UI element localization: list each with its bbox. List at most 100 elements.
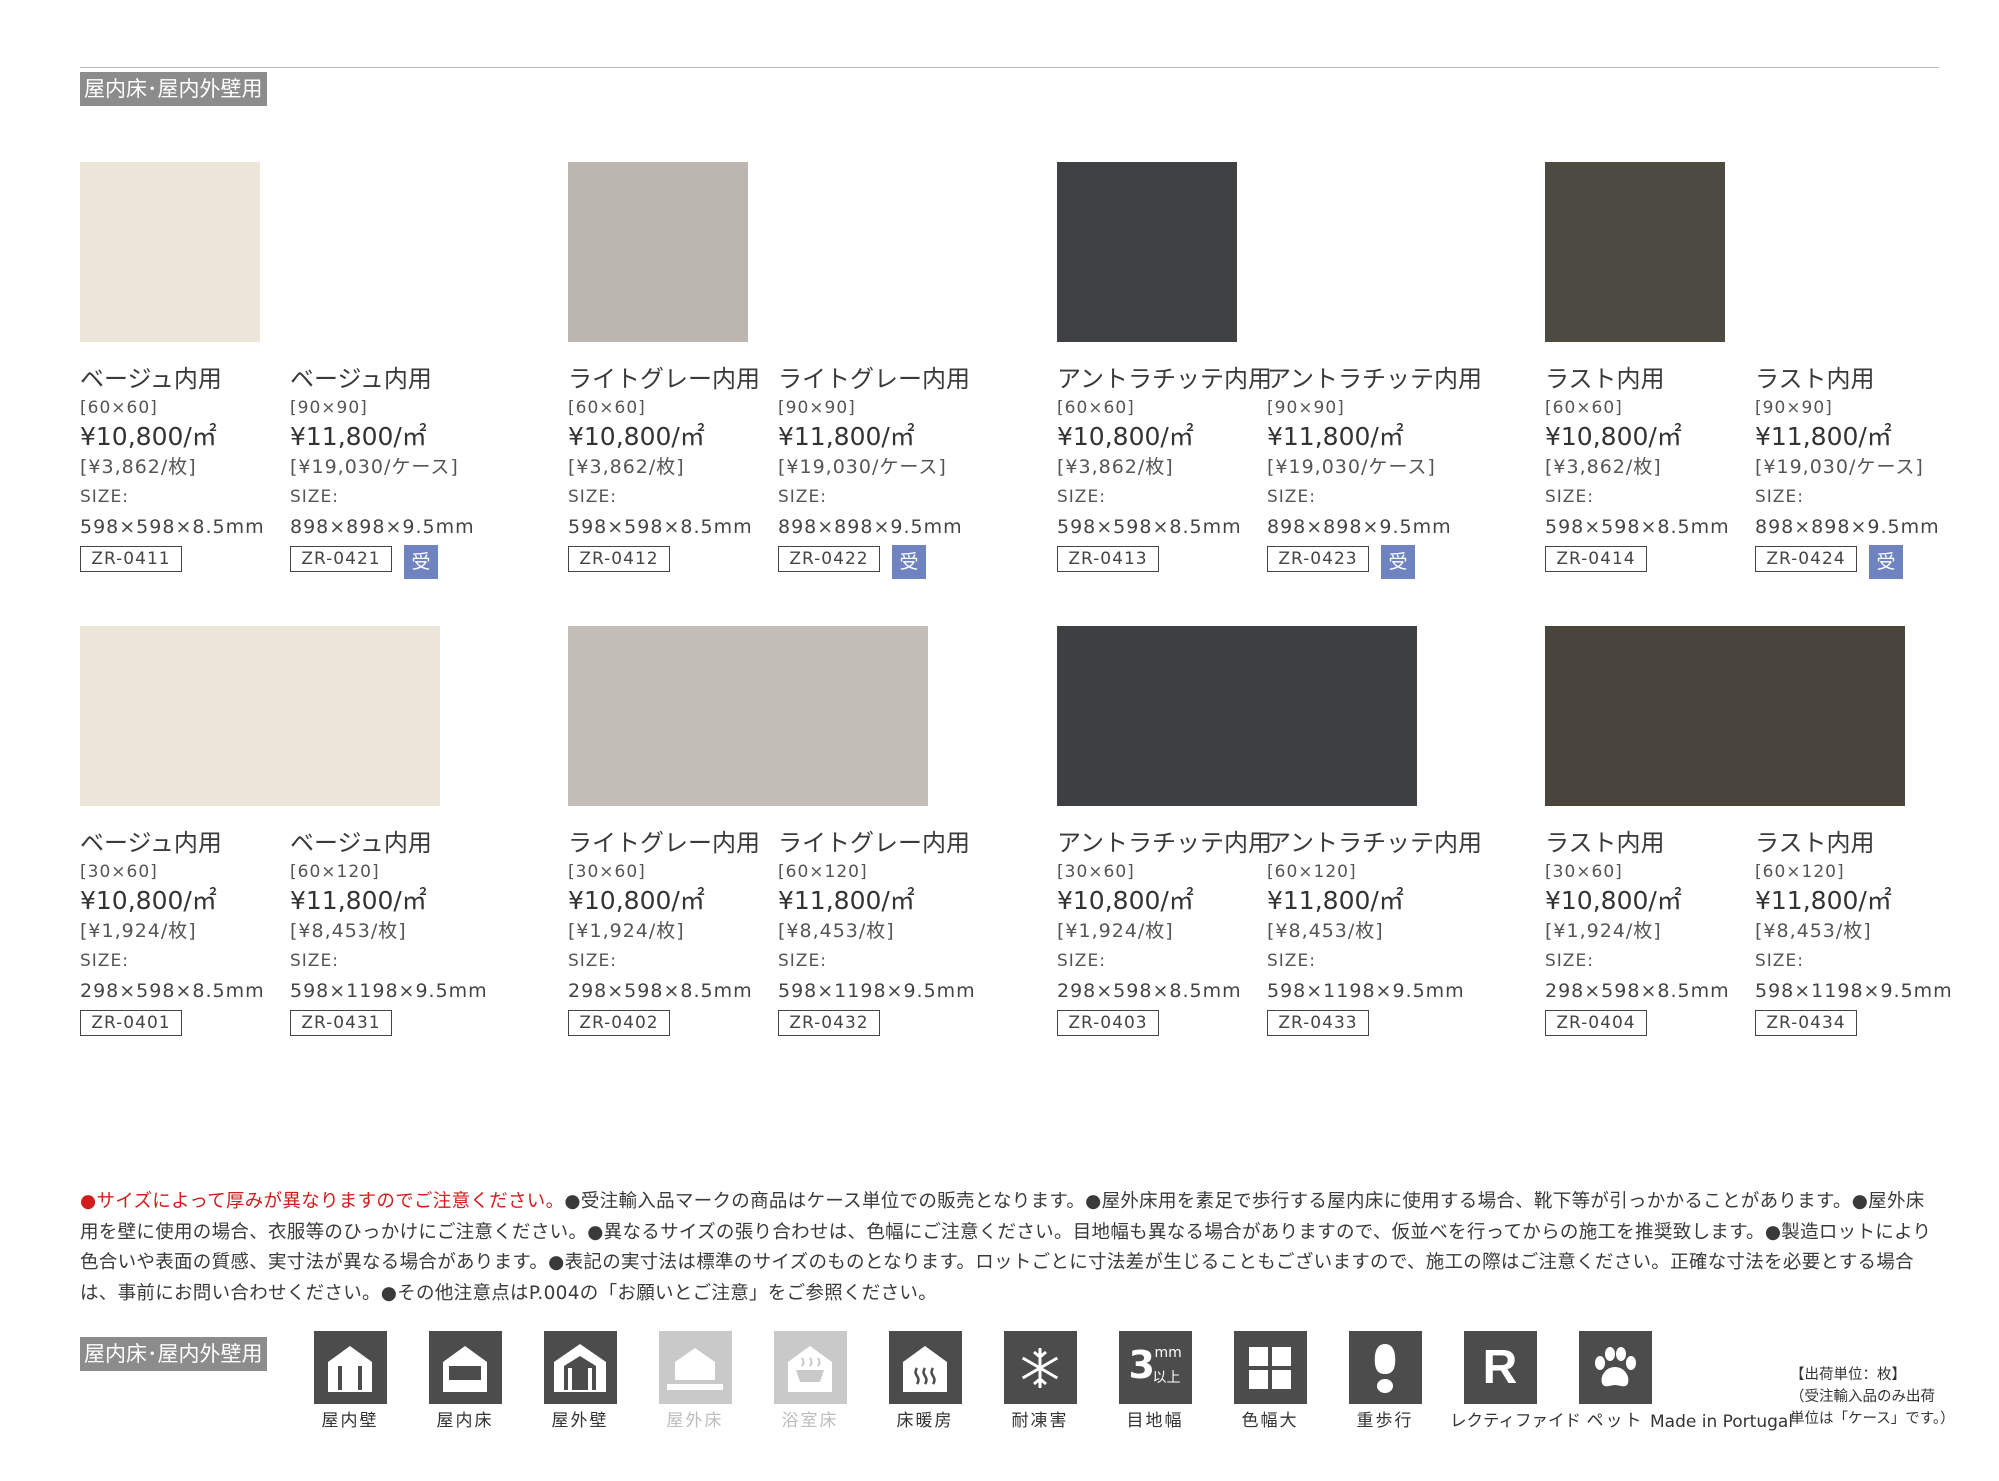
product-card: ラスト内用 [60×120] ¥11,800/㎡ [¥8,453/枚] SIZE… (1755, 828, 1960, 1038)
nominal-size: [60×60] (1545, 398, 1623, 418)
tile-swatch-beige[interactable] (80, 162, 260, 342)
dimensions: 598×1198×9.5mm (778, 980, 976, 1002)
unit-price: [¥3,862/枚] (1057, 456, 1174, 478)
nominal-size: [30×60] (1057, 862, 1135, 882)
nominal-size: [60×120] (1267, 862, 1357, 882)
price-per-sqm: ¥11,800/㎡ (1267, 886, 1404, 915)
dimensions: 898×898×9.5mm (1755, 516, 1940, 538)
tile-swatch-beige-rect[interactable] (80, 626, 440, 806)
price-per-sqm: ¥11,800/㎡ (290, 422, 427, 451)
nominal-size: [60×60] (568, 398, 646, 418)
legend-label-text: 屋内床 (436, 1411, 494, 1431)
product-name: アントラチッテ内用 (1057, 365, 1273, 393)
legend-label-text: 目地幅 (1126, 1411, 1184, 1431)
product-code: ZR-0434 (1755, 1010, 1857, 1036)
shipping-note-line: 【出荷単位：枚】 (1790, 1367, 1906, 1383)
tile-swatch-rust[interactable] (1545, 162, 1725, 342)
product-card: ライトグレー内用 [30×60] ¥10,800/㎡ [¥1,924/枚] SI… (568, 828, 773, 1038)
legend-label: 屋内床･屋内外壁用 (80, 1337, 267, 1371)
price-per-sqm: ¥11,800/㎡ (290, 886, 427, 915)
product-name: ベージュ内用 (290, 829, 432, 857)
product-code: ZR-0401 (80, 1010, 182, 1036)
nominal-size: [30×60] (568, 862, 646, 882)
shipping-note-line: 単位は「ケース」です。） (1790, 1411, 1955, 1427)
joint-width-icon: 3 mm 以上 (1118, 1331, 1192, 1404)
product-card: ベージュ内用 [30×60] ¥10,800/㎡ [¥1,924/枚] SIZE… (80, 828, 285, 1038)
unit-price: [¥8,453/枚] (1267, 920, 1384, 942)
product-name: ラスト内用 (1755, 365, 1875, 393)
order-import-badge: 受 (1381, 545, 1415, 579)
tile-swatch-lightgrey-rect[interactable] (568, 626, 928, 806)
price-per-sqm: ¥10,800/㎡ (568, 422, 705, 451)
dimensions: 898×898×9.5mm (1267, 516, 1452, 538)
nominal-size: [90×90] (290, 398, 368, 418)
size-caption: SIZE: (568, 951, 617, 971)
price-per-sqm: ¥10,800/㎡ (1057, 886, 1194, 915)
legend-label-text: 色幅大 (1241, 1411, 1299, 1431)
product-card: ベージュ内用 [90×90] ¥11,800/㎡ [¥19,030/ケース] S… (290, 364, 495, 579)
top-rule (80, 67, 1939, 68)
product-code: ZR-0433 (1267, 1010, 1369, 1036)
legend-label-text: 屋外壁 (551, 1411, 609, 1431)
legend-item-bathroom-floor: 浴室床 (760, 1331, 860, 1434)
product-name: ベージュ内用 (80, 365, 222, 393)
indoor-floor-icon (428, 1331, 502, 1404)
legend-item-rectified: R レクティファイド (1450, 1331, 1581, 1434)
unit-price: [¥19,030/ケース] (778, 456, 947, 478)
dimensions: 298×598×8.5mm (1545, 980, 1730, 1002)
product-name: アントラチッテ内用 (1267, 365, 1483, 393)
legend-label-text: 耐凍害 (1011, 1411, 1069, 1431)
joint-width-number: 3 (1128, 1343, 1155, 1387)
price-per-sqm: ¥10,800/㎡ (80, 422, 217, 451)
nominal-size: [90×90] (1755, 398, 1833, 418)
legend-item-outdoor-floor: 屋外床 (645, 1331, 745, 1434)
size-caption: SIZE: (290, 951, 339, 971)
heavy-traffic-icon (1348, 1331, 1422, 1404)
legend-label-text: 浴室床 (781, 1411, 839, 1431)
unit-price: [¥1,924/枚] (80, 920, 197, 942)
tile-swatch-antracite[interactable] (1057, 162, 1237, 342)
size-caption: SIZE: (1545, 951, 1594, 971)
nominal-size: [60×120] (1755, 862, 1845, 882)
product-name: ラスト内用 (1545, 829, 1665, 857)
floor-heating-icon (888, 1331, 962, 1404)
product-code: ZR-0422 (778, 546, 880, 572)
size-caption: SIZE: (1755, 951, 1804, 971)
shipping-note-line: （受注輸入品のみ出荷 (1790, 1389, 1935, 1405)
product-card: ライトグレー内用 [90×90] ¥11,800/㎡ [¥19,030/ケース]… (778, 364, 983, 579)
thickness-warning: ●サイズによって厚みが異なりますのでご注意ください。 (80, 1191, 565, 1212)
legend-label-text: 床暖房 (896, 1411, 954, 1431)
size-caption: SIZE: (1755, 487, 1804, 507)
unit-price: [¥3,862/枚] (1545, 456, 1662, 478)
price-per-sqm: ¥10,800/㎡ (1545, 886, 1682, 915)
order-import-badge: 受 (1869, 545, 1903, 579)
product-card: アントラチッテ内用 [60×120] ¥11,800/㎡ [¥8,453/枚] … (1267, 828, 1482, 1038)
pet-icon (1578, 1331, 1652, 1404)
legend-label-text: 重歩行 (1356, 1411, 1414, 1431)
price-per-sqm: ¥11,800/㎡ (1267, 422, 1404, 451)
dimensions: 298×598×8.5mm (1057, 980, 1242, 1002)
legend-item-floor-heating: 床暖房 (875, 1331, 975, 1434)
product-name: ライトグレー内用 (778, 365, 970, 393)
product-card: ベージュ内用 [60×60] ¥10,800/㎡ [¥3,862/枚] SIZE… (80, 364, 285, 574)
unit-price: [¥1,924/枚] (1545, 920, 1662, 942)
legend-label-text: 屋内壁 (321, 1411, 379, 1431)
tile-swatch-antracite-rect[interactable] (1057, 626, 1417, 806)
size-caption: SIZE: (1057, 487, 1106, 507)
unit-price: [¥3,862/枚] (80, 456, 197, 478)
dimensions: 298×598×8.5mm (80, 980, 265, 1002)
tile-swatch-rust-rect[interactable] (1545, 626, 1905, 806)
size-caption: SIZE: (568, 487, 617, 507)
dimensions: 598×598×8.5mm (1545, 516, 1730, 538)
nominal-size: [60×120] (290, 862, 380, 882)
order-import-badge: 受 (892, 545, 926, 579)
tile-swatch-lightgrey[interactable] (568, 162, 748, 342)
product-code: ZR-0402 (568, 1010, 670, 1036)
unit-price: [¥8,453/枚] (1755, 920, 1872, 942)
product-code: ZR-0421 (290, 546, 392, 572)
unit-price: [¥19,030/ケース] (1267, 456, 1436, 478)
shipping-unit-note: 【出荷単位：枚】 （受注輸入品のみ出荷 単位は「ケース」です。） (1790, 1364, 1955, 1430)
legend-item-outdoor-wall: 屋外壁 (530, 1331, 630, 1434)
dimensions: 598×598×8.5mm (1057, 516, 1242, 538)
size-caption: SIZE: (80, 487, 129, 507)
